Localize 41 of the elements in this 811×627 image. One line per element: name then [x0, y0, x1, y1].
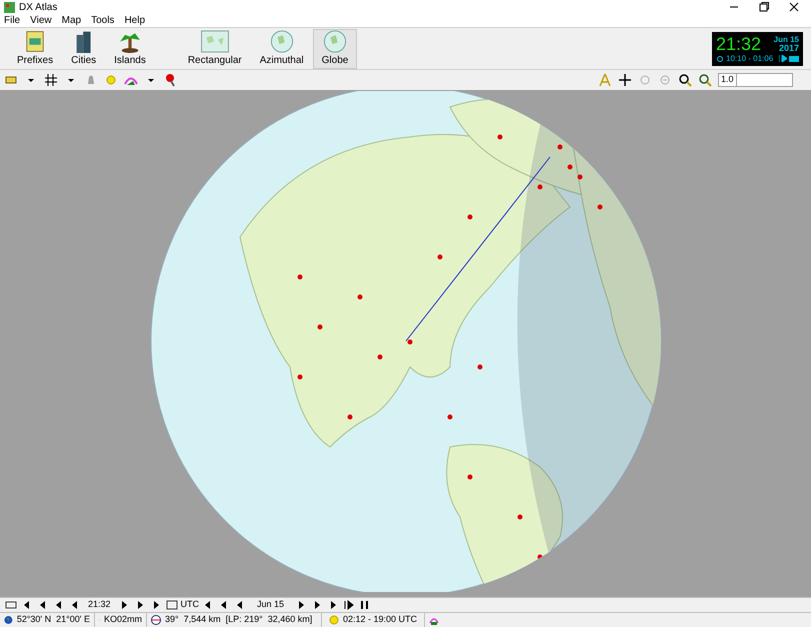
window-title: DX Atlas [19, 0, 58, 14]
play-icon[interactable] [779, 55, 787, 62]
toolbar-button[interactable]: Globe [312, 28, 358, 68]
clock-date: Jun 15 [774, 35, 799, 44]
toolbar-button[interactable]: Islands [105, 28, 155, 68]
menu-item[interactable]: File [4, 13, 20, 28]
grid-icon[interactable] [44, 73, 58, 87]
toolbar-button[interactable]: Cities [62, 28, 106, 68]
toolbar-button[interactable]: Rectangular [178, 28, 251, 68]
toolbar-button[interactable]: Prefixes [8, 28, 62, 68]
zoom-out-icon[interactable] [698, 73, 712, 87]
move-icon[interactable] [618, 73, 632, 87]
sun-times: 10:10 - 01:06 [726, 54, 774, 63]
clock-year: 2017 [778, 44, 799, 53]
date-value[interactable]: Jun 15 [249, 598, 292, 612]
locator-text: KO02mm [104, 613, 142, 626]
toolbar-button[interactable]: Azimuthal [250, 28, 313, 68]
menu-item[interactable]: Map [62, 13, 82, 28]
time-value[interactable]: 21:32 [84, 598, 115, 612]
globe-icon [268, 30, 295, 52]
bearing-text: 39° 7,544 km [LP: 219° 32,460 km] [165, 613, 312, 626]
zoom-in-icon[interactable] [678, 73, 692, 87]
clock-time: 21:32 [716, 34, 762, 54]
sun-icon [329, 615, 339, 625]
globe-icon [322, 30, 348, 52]
zoom-field[interactable]: 1.0 [718, 73, 793, 87]
maximize-icon[interactable] [759, 2, 769, 12]
compass-icon [151, 615, 161, 625]
earth-icon [4, 615, 13, 625]
battery-icon [789, 56, 799, 62]
menu-item[interactable]: Help [124, 13, 146, 28]
app-icon [4, 2, 15, 12]
sun-icon [716, 54, 724, 62]
close-icon[interactable] [789, 2, 799, 12]
position-text: 52°30' N 21°00' E [16, 613, 90, 626]
rectangular-map-icon [200, 30, 230, 52]
time-zone-label: UTC [180, 598, 200, 612]
menu-item[interactable]: View [30, 13, 52, 28]
play-icon[interactable] [342, 598, 356, 612]
sun-time-text: 02:12 - 19:00 UTC [343, 613, 418, 626]
menu-item[interactable]: Tools [91, 13, 114, 28]
